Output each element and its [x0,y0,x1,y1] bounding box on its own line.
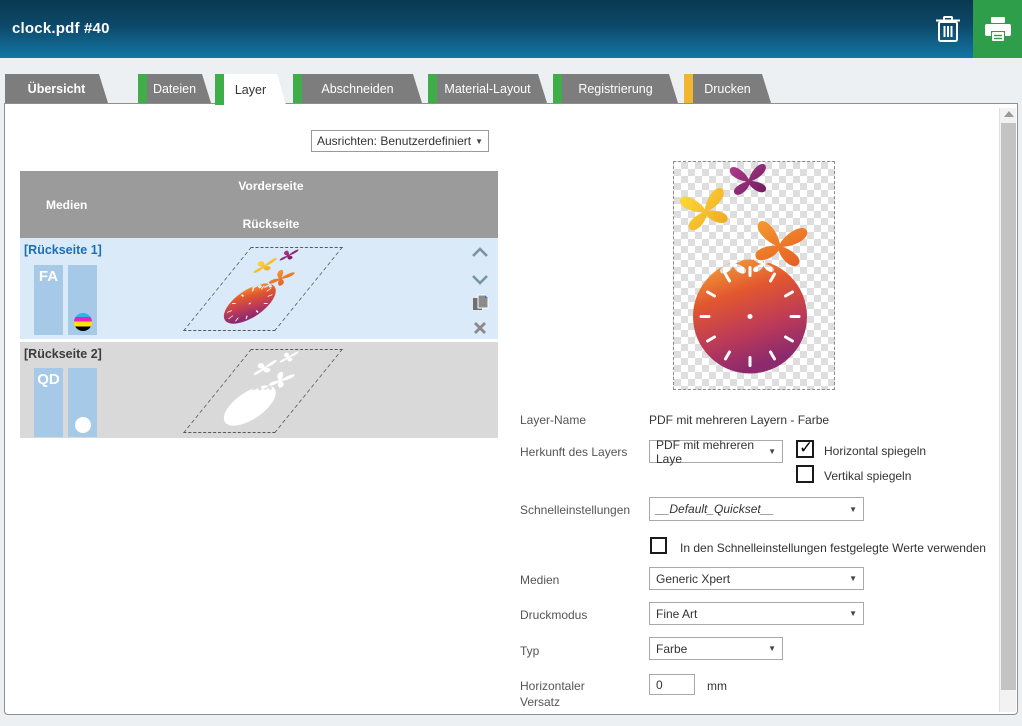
media-bar: FA [34,265,63,335]
quickset-label: Schnelleinstellungen [520,503,630,517]
h-offset-label-line1: Horizontaler [520,679,585,693]
tab-status-indicator [553,74,562,103]
tab-status-indicator [684,74,693,103]
layer-tab-panel: Ausrichten: Benutzerdefiniert ▼ Medien V… [4,103,1018,715]
white-ink-icon [75,417,91,433]
use-quickset-values-checkbox[interactable] [650,537,667,554]
print-button[interactable] [973,0,1022,58]
delete-job-button[interactable] [928,11,968,47]
tab-label: Übersicht [28,82,86,96]
title-bar: clock.pdf #40 [0,0,1022,58]
ink-bar [68,265,97,335]
chevron-down-icon: ▼ [849,609,857,618]
vertical-scrollbar[interactable] [999,108,1016,712]
align-dropdown[interactable]: Ausrichten: Benutzerdefiniert ▼ [311,130,489,152]
layer-row-title: [Rückseite 2] [24,347,102,361]
layer-name-value: PDF mit mehreren Layern - Farbe [649,413,829,427]
layer-name-label: Layer-Name [520,413,586,427]
media-select[interactable]: Generic Xpert ▼ [649,567,864,590]
chevron-down-icon: ▼ [475,137,483,146]
use-quickset-values-label: In den Schnelleinstellungen festgelegte … [680,541,986,555]
tab-label: Dateien [153,82,196,96]
layer-row-title: [Rückseite 1] [24,243,102,257]
column-header-vorderseite: Vorderseite [151,179,391,193]
tab-abschneiden[interactable]: Abschneiden [293,74,422,103]
column-header-rueckseite: Rückseite [151,217,391,231]
layer-origin-label: Herkunft des Layers [520,445,627,459]
tab-drucken[interactable]: Drucken [684,74,771,103]
duplicate-icon[interactable] [470,293,492,315]
media-bar-label: QD [34,371,63,388]
tab-label: Drucken [704,82,751,96]
h-offset-input[interactable] [649,674,695,695]
tab-material-layout[interactable]: Material-Layout [428,74,547,103]
quickset-select[interactable]: __Default_Quickset__ ▼ [649,497,864,521]
tab-status-indicator [428,74,437,103]
media-bar-label: FA [34,268,63,285]
media-label: Medien [520,573,559,587]
tab-status-indicator [293,74,302,103]
type-select[interactable]: Farbe ▼ [649,637,783,660]
move-up-icon[interactable] [470,243,492,265]
chevron-down-icon: ▼ [768,447,776,456]
print-mode-select[interactable]: Fine Art ▼ [649,602,864,625]
scroll-up-arrow-icon[interactable] [1004,111,1014,117]
media-bar: QD [34,368,63,437]
document-title: clock.pdf #40 [12,20,110,37]
type-label: Typ [520,644,539,658]
layer-origin-select[interactable]: PDF mit mehreren Laye ▼ [649,440,783,463]
trash-icon [928,14,968,44]
column-header-medien: Medien [46,198,87,212]
layer-origin-value: PDF mit mehreren Laye [656,438,768,466]
align-dropdown-value: Ausrichten: Benutzerdefiniert [317,134,471,148]
layer-table: Medien Vorderseite Rückseite [Rückseite … [20,171,498,438]
layer-thumbnail-color [183,247,343,331]
tab-status-indicator [215,74,224,105]
scrollbar-thumb[interactable] [1001,123,1016,690]
tab-label: Layer [235,83,266,97]
h-offset-label-line2: Versatz [520,695,560,709]
layer-thumbnail-white [183,349,343,433]
chevron-down-icon: ▼ [849,505,857,514]
tab-registrierung[interactable]: Registrierung [553,74,678,103]
tab-layer[interactable]: Layer [215,74,286,105]
delete-row-icon[interactable] [470,318,492,340]
tab-dateien[interactable]: Dateien [138,74,211,103]
tab-label: Material-Layout [444,82,530,96]
print-mode-label: Druckmodus [520,608,587,622]
layer-table-header: Medien Vorderseite Rückseite [20,171,498,238]
mirror-vertical-checkbox[interactable] [796,465,814,483]
layer-preview-image [673,161,835,390]
layer-row-rueckseite-1[interactable]: [Rückseite 1] FA [20,238,498,339]
row-actions [470,238,494,339]
chevron-down-icon: ▼ [849,574,857,583]
type-value: Farbe [656,642,687,656]
chevron-down-icon: ▼ [768,644,776,653]
cmyk-color-icon [74,313,92,331]
media-value: Generic Xpert [656,572,730,586]
tab-status-indicator [138,74,147,103]
printer-icon [973,15,1022,43]
quickset-value: __Default_Quickset__ [656,502,774,516]
tab-label: Registrierung [578,82,652,96]
h-offset-unit: mm [707,679,727,693]
mirror-horizontal-label: Horizontal spiegeln [824,444,926,458]
mirror-vertical-label: Vertikal spiegeln [824,469,911,483]
tab-label: Abschneiden [321,82,393,96]
move-down-icon[interactable] [470,269,492,291]
tab-uebersicht[interactable]: Übersicht [5,74,108,103]
ink-bar [68,368,97,437]
mirror-horizontal-checkbox[interactable] [796,440,814,458]
print-mode-value: Fine Art [656,607,697,621]
layer-row-rueckseite-2[interactable]: [Rückseite 2] QD [20,342,498,438]
